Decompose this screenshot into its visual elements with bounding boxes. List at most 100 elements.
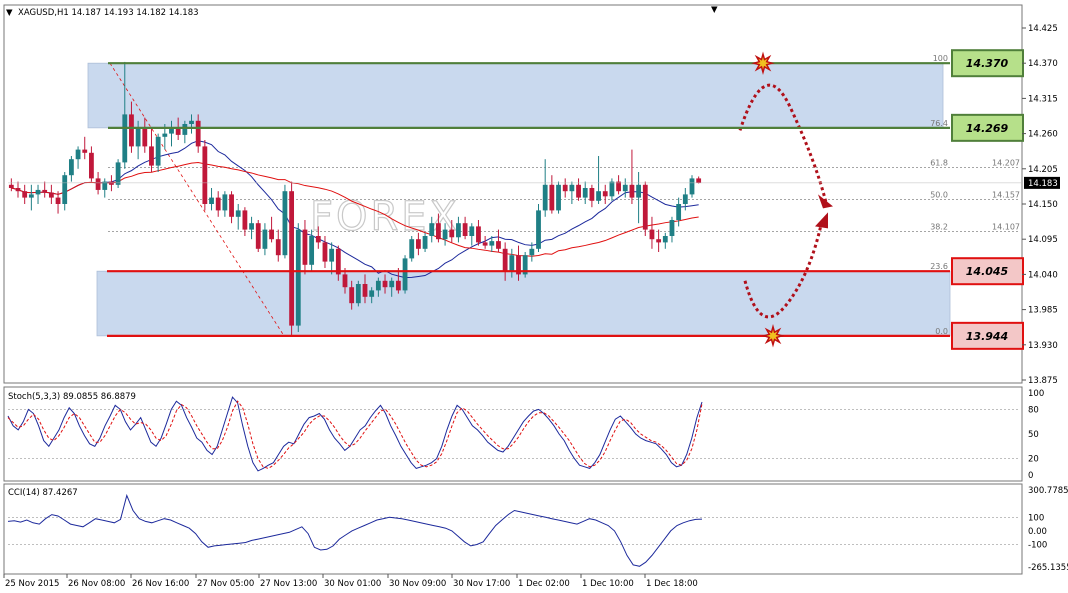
cci-title: CCI(14) 87.4267 xyxy=(8,488,78,498)
candle-body xyxy=(62,175,68,204)
candle-body xyxy=(529,248,535,256)
candle-body xyxy=(82,149,88,153)
burst-marker-1 xyxy=(761,324,785,348)
candle-body xyxy=(556,184,561,211)
price-tick-label: 14.370 xyxy=(1028,59,1058,69)
last-price-label: 14.183 xyxy=(1028,179,1058,189)
price-tick-label: 14.425 xyxy=(1028,24,1058,34)
candle-body xyxy=(115,162,121,185)
candle-body xyxy=(656,239,662,243)
candle-body xyxy=(369,290,375,297)
candle-body xyxy=(182,124,188,135)
candle-body xyxy=(362,284,368,297)
burst-marker-0 xyxy=(751,51,775,75)
candle-body xyxy=(482,242,488,246)
fib-price-label: 14.157 xyxy=(992,191,1020,200)
candle-body xyxy=(315,236,321,243)
candle-body xyxy=(195,120,201,147)
level-price-label: 14.269 xyxy=(966,122,1009,135)
candle-body xyxy=(436,223,441,240)
time-tick-label: 27 Nov 05:00 xyxy=(197,579,254,589)
candle-body xyxy=(602,191,608,197)
candle-body xyxy=(295,229,301,326)
time-tick-label: 30 Nov 17:00 xyxy=(453,579,510,589)
candle-body xyxy=(262,229,268,249)
candle-body xyxy=(255,223,261,249)
candle-body xyxy=(55,197,61,204)
price-tick-label: 13.985 xyxy=(1028,306,1058,316)
cci-panel[interactable] xyxy=(3,483,1023,575)
candle-body xyxy=(589,188,595,201)
zone-0 xyxy=(87,62,944,129)
candle-body xyxy=(662,236,668,243)
cci-tick-label: 300.7785 xyxy=(1028,486,1068,496)
candle-body xyxy=(415,239,421,249)
stoch-title: Stoch(5,3,3) 89.0855 86.8879 xyxy=(8,392,136,402)
candle-body xyxy=(682,194,688,204)
candle-body xyxy=(162,133,168,137)
fib-price-label: 14.107 xyxy=(992,223,1020,232)
candle-body xyxy=(676,204,682,220)
level-price-label: 14.045 xyxy=(966,265,1009,278)
candle-body xyxy=(275,239,281,256)
candle-body xyxy=(549,184,555,211)
candle-body xyxy=(422,236,428,249)
candle-body xyxy=(462,223,468,236)
candle-body xyxy=(382,280,388,288)
candle-body xyxy=(28,194,34,198)
candle-body xyxy=(342,274,348,288)
candle-body xyxy=(669,220,675,236)
time-tick-label: 30 Nov 09:00 xyxy=(389,579,446,589)
candle-body xyxy=(48,192,54,198)
stoch-tick-label: 100 xyxy=(1028,389,1044,399)
time-tick-label: 25 Nov 2015 xyxy=(5,579,59,589)
candle-body xyxy=(235,210,241,217)
candle-body xyxy=(476,226,481,243)
price-tick-label: 13.930 xyxy=(1028,341,1058,351)
price-tick-label: 14.315 xyxy=(1028,94,1058,104)
candle-body xyxy=(349,287,355,304)
candle-body xyxy=(689,178,695,195)
candle-body xyxy=(149,146,154,166)
candle-body xyxy=(509,255,515,272)
candle-body xyxy=(22,191,28,198)
candle-body xyxy=(215,197,221,211)
fib-price-label: 14.207 xyxy=(992,159,1020,168)
candle-body xyxy=(35,189,41,195)
candle-body xyxy=(375,280,381,291)
candle-body xyxy=(389,280,395,288)
time-tick-label: 1 Dec 02:00 xyxy=(518,579,570,589)
price-tick-label: 14.260 xyxy=(1028,130,1058,140)
panel-menu-icon[interactable]: ▼ xyxy=(711,5,718,15)
candle-body xyxy=(15,188,21,192)
candle-body xyxy=(229,194,234,217)
trading-chart[interactable]: FOREX 10076.461.8 14.20750.0 14.15738.2 14.… xyxy=(0,0,1068,593)
candle-body xyxy=(596,191,601,201)
fib-level-label: 0.0 xyxy=(935,327,948,336)
stochastic-panel[interactable] xyxy=(3,386,1023,482)
chart-dropdown-icon[interactable]: ▼ xyxy=(6,8,13,18)
candle-body xyxy=(355,284,361,304)
candle-body xyxy=(582,188,588,198)
candle-body xyxy=(95,178,101,190)
fib-level-label: 76.4 xyxy=(930,119,948,128)
candle-body xyxy=(562,184,568,192)
candle-body xyxy=(536,210,541,249)
candle-body xyxy=(542,184,548,211)
fib-level-label: 100 xyxy=(933,54,948,63)
candle-body xyxy=(302,229,308,265)
candle-body xyxy=(569,184,575,192)
stoch-tick-label: 20 xyxy=(1028,455,1039,465)
candle-body xyxy=(89,152,94,179)
candle-body xyxy=(456,223,461,238)
candle-body xyxy=(629,184,635,198)
time-tick-label: 30 Nov 01:00 xyxy=(324,579,381,589)
zone-1 xyxy=(96,270,951,337)
candle-body xyxy=(649,229,655,240)
candle-body xyxy=(449,229,455,238)
candle-body xyxy=(68,159,74,176)
fib-level-label: 23.6 xyxy=(930,262,948,271)
candle-body xyxy=(269,229,274,240)
candle-body xyxy=(8,184,14,188)
level-price-label: 13.944 xyxy=(966,330,1008,343)
